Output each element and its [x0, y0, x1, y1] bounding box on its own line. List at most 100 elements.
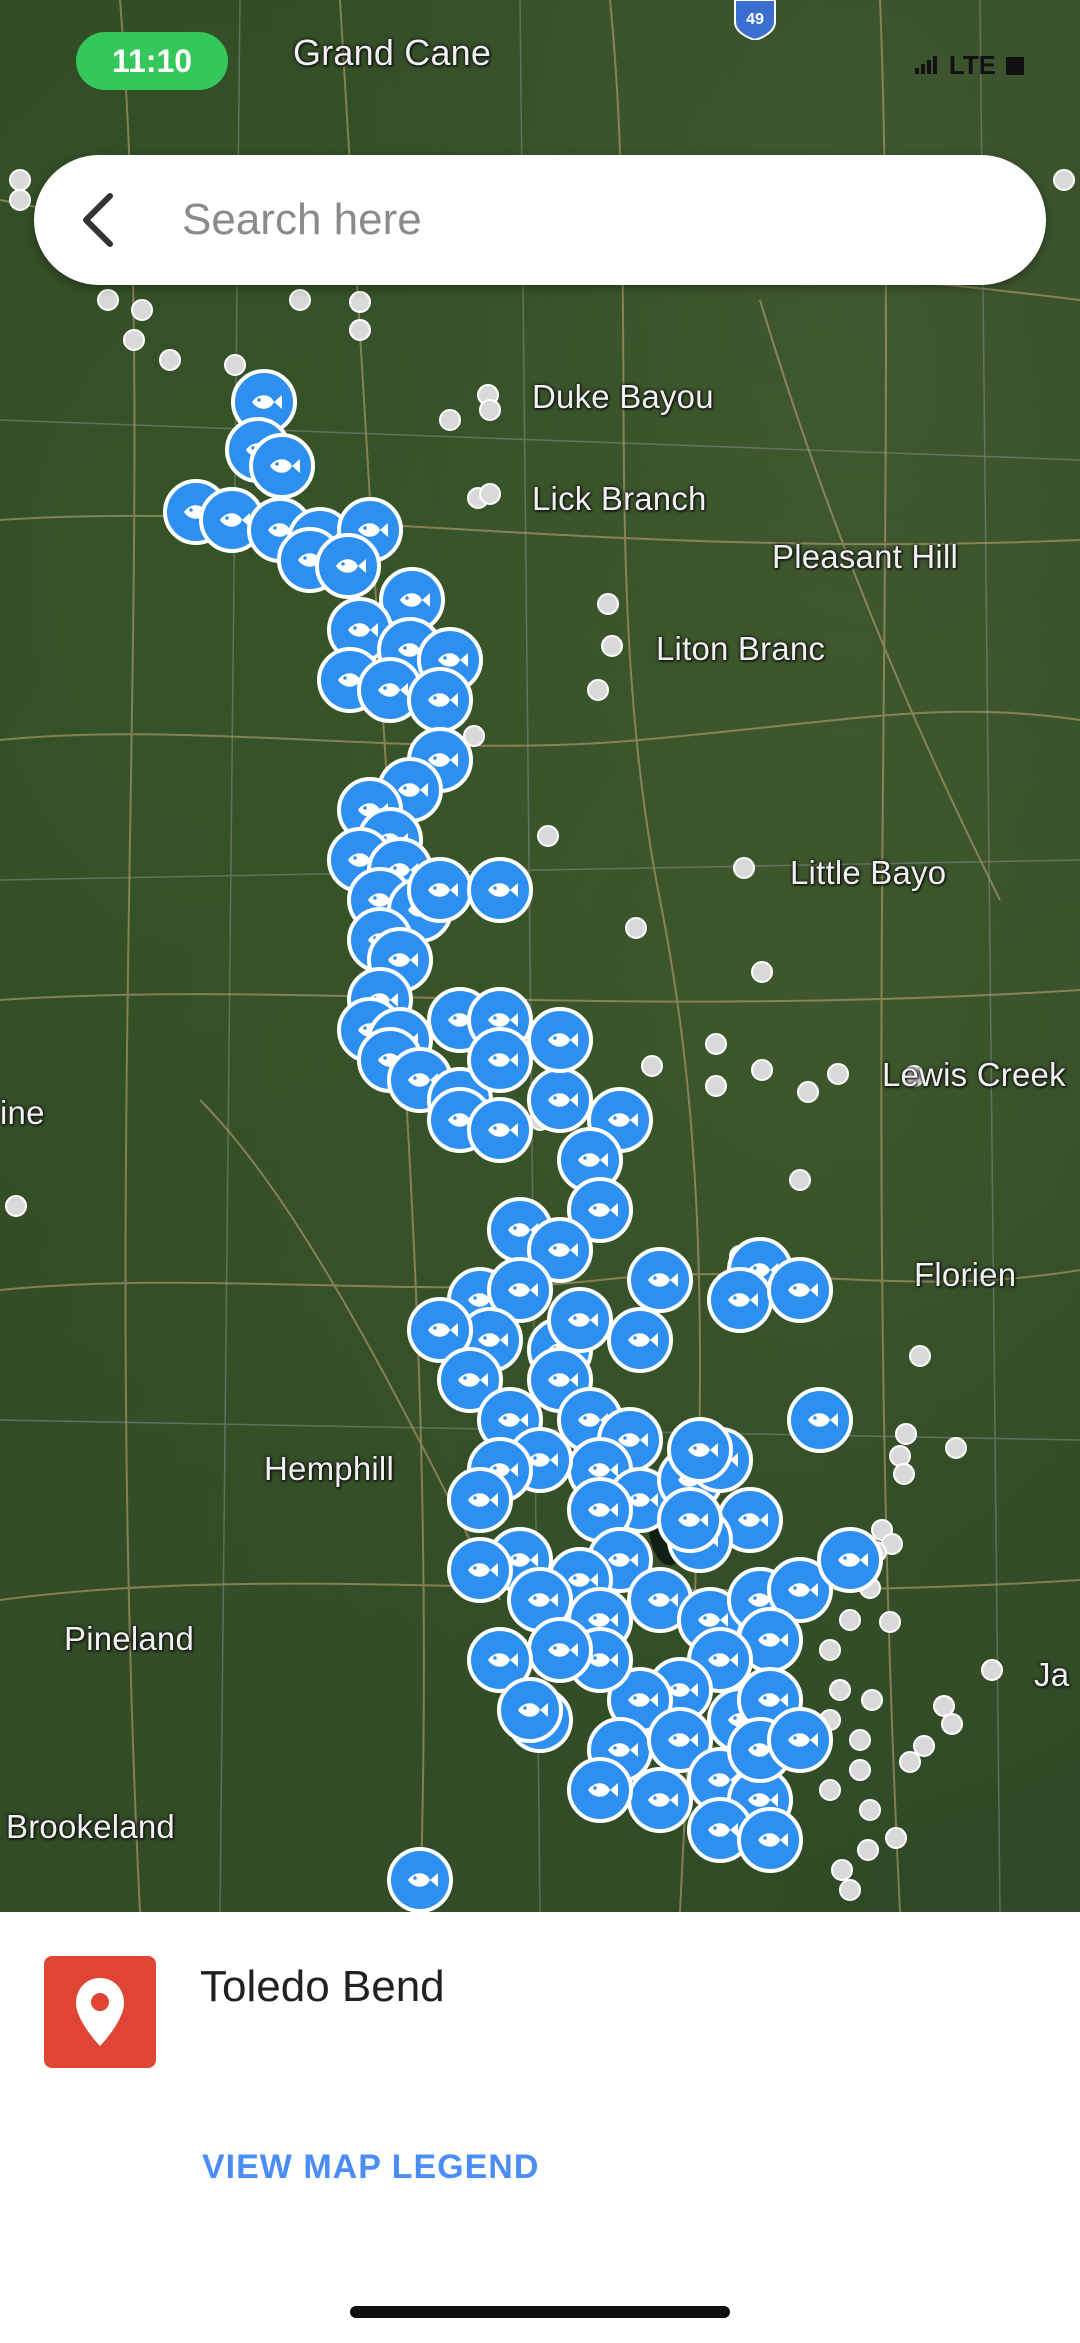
minor-map-point[interactable]	[893, 1463, 915, 1485]
place-label-pineland: Pineland	[64, 1620, 195, 1657]
fish-markers-layer[interactable]	[163, 369, 883, 1912]
fishing-spot-marker[interactable]	[607, 1307, 673, 1373]
place-label-grand-cane: Grand Cane	[293, 32, 492, 73]
minor-map-point[interactable]	[859, 1799, 881, 1821]
minor-map-point[interactable]	[97, 289, 119, 311]
minor-map-point[interactable]	[849, 1759, 871, 1781]
minor-map-point[interactable]	[827, 1063, 849, 1085]
fishing-spot-marker[interactable]	[447, 1467, 513, 1533]
minor-map-point[interactable]	[819, 1779, 841, 1801]
network-label: LTE	[948, 50, 996, 80]
fishing-spot-marker[interactable]	[467, 1097, 533, 1163]
minor-map-point[interactable]	[601, 635, 623, 657]
minor-map-point[interactable]	[751, 961, 773, 983]
fishing-spot-marker[interactable]	[657, 1487, 723, 1553]
fishing-spot-marker[interactable]	[627, 1767, 693, 1833]
battery-icon	[1006, 56, 1024, 75]
minor-map-point[interactable]	[439, 409, 461, 431]
minor-map-point[interactable]	[895, 1423, 917, 1445]
minor-map-point[interactable]	[839, 1879, 861, 1901]
minor-map-point[interactable]	[597, 593, 619, 615]
minor-map-point[interactable]	[479, 483, 501, 505]
minor-map-point[interactable]	[9, 189, 31, 211]
minor-map-point[interactable]	[885, 1827, 907, 1849]
minor-map-point[interactable]	[479, 399, 501, 421]
minor-map-point[interactable]	[879, 1611, 901, 1633]
minor-map-point[interactable]	[123, 329, 145, 351]
minor-map-point[interactable]	[819, 1639, 841, 1661]
minor-map-point[interactable]	[1053, 169, 1075, 191]
minor-map-point[interactable]	[941, 1713, 963, 1735]
status-time-pill: 11:10	[76, 32, 228, 90]
search-input[interactable]	[180, 194, 944, 246]
minor-map-point[interactable]	[909, 1345, 931, 1367]
minor-map-point[interactable]	[933, 1695, 955, 1717]
minor-map-point[interactable]	[9, 169, 31, 191]
minor-map-point[interactable]	[751, 1059, 773, 1081]
fishing-spot-marker[interactable]	[707, 1267, 773, 1333]
minor-map-point[interactable]	[913, 1735, 935, 1757]
place-title[interactable]: Toledo Bend	[200, 1962, 445, 2012]
fishing-spot-marker[interactable]	[567, 1757, 633, 1823]
minor-map-point[interactable]	[131, 299, 153, 321]
fishing-spot-marker[interactable]	[627, 1247, 693, 1313]
signal-icon	[914, 50, 939, 81]
view-map-legend-link[interactable]: VIEW MAP LEGEND	[202, 2148, 539, 2187]
fishing-spot-marker[interactable]	[527, 1617, 593, 1683]
fishing-spot-marker[interactable]	[817, 1527, 883, 1593]
search-bar[interactable]	[34, 155, 1046, 285]
minor-map-point[interactable]	[289, 289, 311, 311]
fishing-spot-marker[interactable]	[767, 1257, 833, 1323]
minor-map-point[interactable]	[733, 857, 755, 879]
minor-map-point[interactable]	[829, 1679, 851, 1701]
minor-map-point[interactable]	[861, 1689, 883, 1711]
minor-map-point[interactable]	[705, 1075, 727, 1097]
minor-map-point[interactable]	[537, 825, 559, 847]
minor-map-point[interactable]	[587, 679, 609, 701]
fishing-spot-marker[interactable]	[527, 1067, 593, 1133]
fishing-spot-marker[interactable]	[527, 1007, 593, 1073]
fishing-spot-marker[interactable]	[497, 1677, 563, 1743]
fishing-spot-marker[interactable]	[407, 857, 473, 923]
minor-map-point[interactable]	[839, 1609, 861, 1631]
minor-map-point[interactable]	[5, 1195, 27, 1217]
minor-map-point[interactable]	[831, 1859, 853, 1881]
minor-map-point[interactable]	[945, 1437, 967, 1459]
minor-map-point[interactable]	[159, 349, 181, 371]
back-button[interactable]	[78, 185, 158, 255]
minor-map-point[interactable]	[705, 1033, 727, 1055]
fishing-spot-marker[interactable]	[467, 857, 533, 923]
home-indicator[interactable]	[350, 2306, 730, 2318]
place-label-liton-branc: Liton Branc	[656, 630, 826, 667]
minor-map-point[interactable]	[797, 1081, 819, 1103]
place-label-little-bayo: Little Bayo	[790, 854, 947, 891]
status-indicators: LTE	[914, 50, 1024, 81]
minor-map-point[interactable]	[981, 1659, 1003, 1681]
minor-map-point[interactable]	[349, 291, 371, 313]
fishing-spot-marker[interactable]	[447, 1537, 513, 1603]
minor-map-point[interactable]	[625, 917, 647, 939]
minor-map-point[interactable]	[857, 1839, 879, 1861]
fishing-spot-marker[interactable]	[667, 1417, 733, 1483]
fishing-spot-marker[interactable]	[387, 1847, 453, 1912]
fishing-spot-marker[interactable]	[737, 1807, 803, 1873]
fishing-spot-marker[interactable]	[787, 1387, 853, 1453]
fishing-spot-marker[interactable]	[467, 1027, 533, 1093]
minor-map-point[interactable]	[789, 1169, 811, 1191]
place-label-florien: Florien	[914, 1256, 1017, 1293]
place-label-brookeland: Brookeland	[6, 1808, 175, 1845]
fishing-spot-marker[interactable]	[547, 1287, 613, 1353]
bottom-sheet	[0, 1912, 1080, 2343]
fishing-spot-marker[interactable]	[767, 1707, 833, 1773]
fishing-spot-marker[interactable]	[407, 667, 473, 733]
minor-map-point[interactable]	[349, 319, 371, 341]
minor-map-point[interactable]	[899, 1751, 921, 1773]
fishing-spot-marker[interactable]	[315, 533, 381, 599]
minor-map-point[interactable]	[889, 1445, 911, 1467]
map-pin-icon	[44, 1956, 156, 2068]
minor-map-point[interactable]	[224, 354, 246, 376]
fishing-spot-marker[interactable]	[249, 433, 315, 499]
minor-map-point[interactable]	[641, 1055, 663, 1077]
minor-map-point[interactable]	[849, 1729, 871, 1751]
map-view[interactable]: Grand Cane Duke Bayou Lick Branch Pleasa…	[0, 0, 1080, 1912]
